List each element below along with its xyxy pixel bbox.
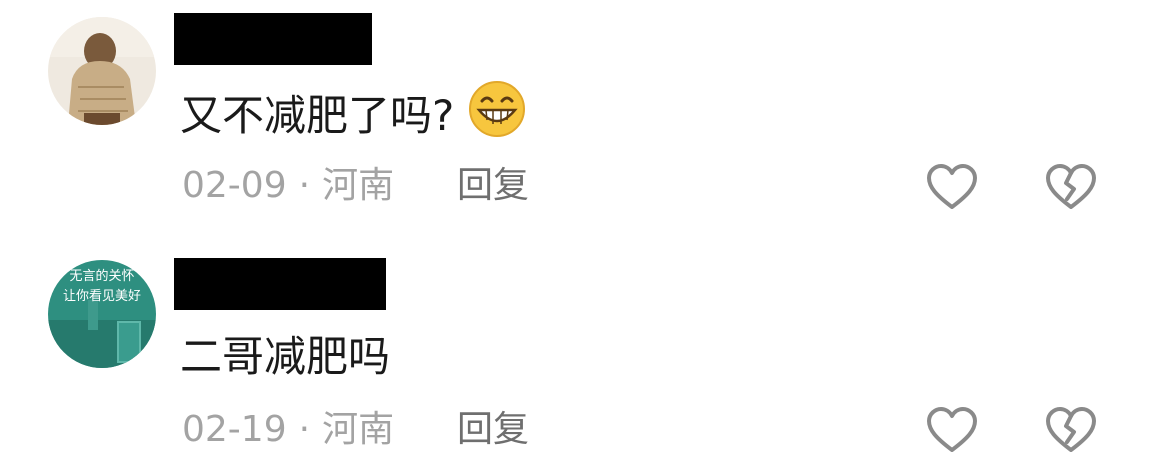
meta-separator: · (298, 409, 311, 450)
username-redacted (174, 258, 386, 310)
reply-button[interactable]: 回复 (457, 164, 529, 208)
comment-body: 二哥减肥吗 (180, 332, 391, 381)
comment-text: 又不减肥了吗? (180, 81, 526, 149)
comment-item: 无言的关怀 让你看见美好 二哥减肥吗 02-19 · 河南 回复 (0, 238, 1152, 476)
username-redacted (174, 13, 372, 65)
grinning-face-emoji (468, 80, 526, 149)
avatar-caption: 让你看见美好 (63, 288, 141, 304)
comment-body: 又不减肥了吗? (180, 91, 455, 140)
comment-item: 又不减肥了吗? 02-09 · 河南 回复 (0, 0, 1152, 238)
broken-heart-icon[interactable] (1045, 163, 1097, 211)
heart-icon[interactable] (926, 163, 978, 211)
comment-text: 二哥减肥吗 (180, 332, 390, 382)
comment-meta: 02-09 · 河南 (182, 164, 394, 208)
comment-location: 河南 (322, 165, 395, 206)
comment-meta: 02-19 · 河南 (182, 408, 394, 452)
avatar-caption: 无言的关怀 (69, 268, 134, 284)
avatar-image: 无言的关怀 让你看见美好 (48, 260, 156, 368)
avatar[interactable]: 无言的关怀 让你看见美好 (48, 260, 156, 368)
avatar-image (48, 17, 156, 125)
reply-button[interactable]: 回复 (457, 408, 529, 452)
avatar[interactable] (48, 17, 156, 125)
heart-icon[interactable] (926, 406, 978, 454)
comment-date: 02-19 (182, 409, 287, 450)
comment-location: 河南 (322, 409, 395, 450)
meta-separator: · (298, 165, 311, 206)
broken-heart-icon[interactable] (1045, 406, 1097, 454)
comment-date: 02-09 (182, 165, 287, 206)
